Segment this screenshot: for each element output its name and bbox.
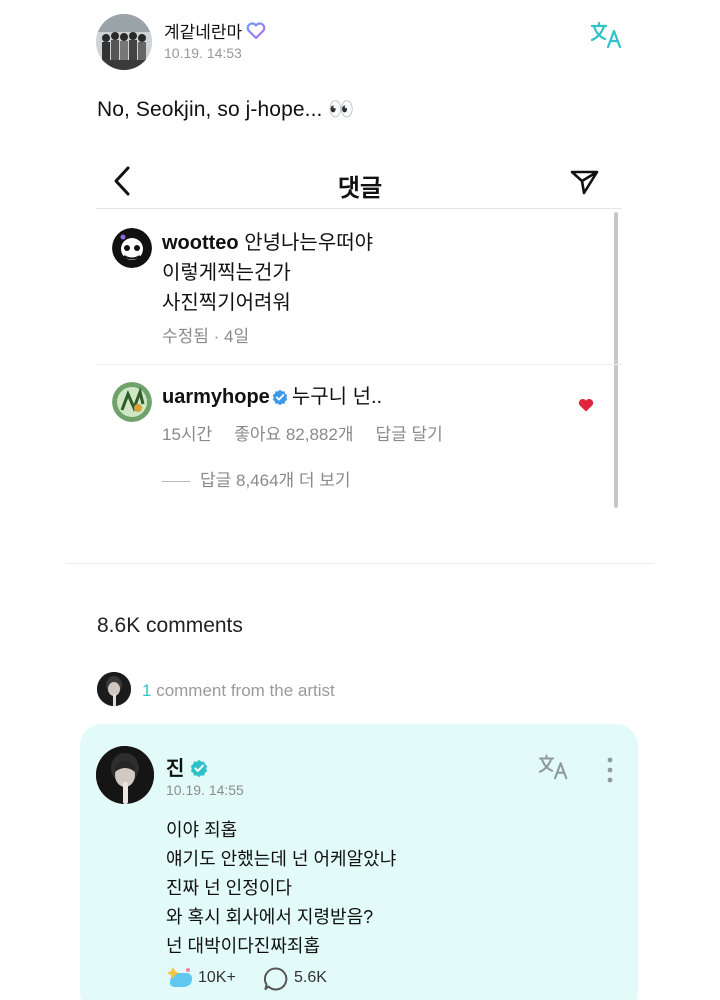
divider bbox=[96, 208, 622, 209]
sparkle-like-icon bbox=[167, 967, 192, 987]
artist-comments-link[interactable]: 1 comment from the artist bbox=[97, 672, 497, 708]
comment-line: 넌 대박이다진짜죄홉 bbox=[166, 936, 321, 956]
comment-line: 이야 죄홉 bbox=[166, 820, 238, 840]
comment-meta: 수정됨 · 4일 bbox=[162, 327, 250, 346]
like-button[interactable] bbox=[166, 965, 194, 991]
comment-count: 8.6K comments bbox=[97, 614, 243, 637]
comment-line: 와 혹시 회사에서 지령받음? bbox=[166, 907, 374, 927]
comment-likes: 좋아요 82,882개 bbox=[234, 425, 354, 444]
comment-time: 15시간 bbox=[162, 425, 213, 444]
artist-avatar bbox=[97, 672, 131, 706]
verified-badge-icon bbox=[272, 384, 288, 414]
scrollbar bbox=[614, 212, 618, 508]
reply-link: 답글 달기 bbox=[375, 425, 443, 444]
post-time: 10.19. 14:53 bbox=[164, 45, 242, 61]
view-replies: 답글 8,464개 더 보기 bbox=[162, 466, 351, 491]
comment-text: wootteo 안녕나는우떠야 이렇게찍는건가 사진찍기어려워 bbox=[162, 228, 373, 318]
avatar bbox=[112, 228, 152, 268]
send-icon bbox=[570, 168, 600, 196]
screenshot-title: 댓글 bbox=[337, 175, 383, 202]
post-author[interactable]: 계같네란마 bbox=[164, 18, 266, 45]
avatar bbox=[112, 382, 152, 422]
comment-line: 얘기도 안했는데 넌 어케알았냐 bbox=[166, 849, 397, 869]
comment-username: uarmyhope bbox=[162, 386, 270, 408]
post-text: No, Seokjin, so j-hope... 👀 bbox=[97, 98, 355, 121]
artist-comment-label: 1 comment from the artist bbox=[142, 681, 335, 701]
comment-line: 이렇게찍는건가 bbox=[162, 262, 291, 284]
artist-comment-time: 10.19. 14:55 bbox=[166, 782, 244, 798]
comment-line: 사진찍기어려워 bbox=[162, 292, 291, 314]
comment-actions: 10K+ 5.6K bbox=[166, 965, 466, 993]
comment-meta: 15시간 좋아요 82,882개 답글 달기 bbox=[162, 420, 465, 445]
translate-icon[interactable] bbox=[538, 752, 572, 782]
comment-line: 누구니 넌.. bbox=[291, 386, 383, 408]
heart-icon bbox=[578, 398, 594, 412]
artist-name-text: 진 bbox=[166, 758, 185, 780]
comment-count-small: 5.6K bbox=[294, 969, 327, 986]
comment-username: wootteo bbox=[162, 232, 239, 254]
like-count: 10K+ bbox=[198, 969, 236, 986]
post-header: 계같네란마 10.19. 14:53 bbox=[96, 14, 636, 74]
artist-comment-card: 진 10.19. 14:55 이야 죄홉 얘기도 안했는데 넌 어케알았냐 진짜… bbox=[80, 724, 638, 1000]
comment-icon[interactable] bbox=[263, 966, 289, 992]
artist-comment-text: comment from the artist bbox=[151, 681, 335, 700]
divider bbox=[162, 481, 190, 483]
view-replies-label: 답글 8,464개 더 보기 bbox=[200, 471, 351, 490]
artist-avatar[interactable] bbox=[96, 746, 154, 804]
comment-line: 안녕나는우떠야 bbox=[244, 232, 374, 254]
section-divider bbox=[66, 563, 654, 564]
translate-icon[interactable] bbox=[590, 20, 626, 50]
divider bbox=[96, 364, 622, 365]
embedded-screenshot: 댓글 wootteo 안녕나는우떠야 이렇게찍는건가 사진찍기어려워 수정됨 ·… bbox=[96, 150, 624, 520]
post-author-name: 계같네란마 bbox=[164, 23, 243, 42]
artist-comment-text: 이야 죄홉 얘기도 안했는데 넌 어케알았냐 진짜 넌 인정이다 와 혹시 회사… bbox=[166, 816, 396, 961]
purple-heart-icon bbox=[246, 22, 266, 45]
author-avatar[interactable] bbox=[96, 14, 152, 70]
more-options-icon[interactable] bbox=[606, 756, 614, 784]
verified-badge-icon bbox=[190, 759, 208, 783]
comment-line: 진짜 넌 인정이다 bbox=[166, 878, 292, 898]
comment-text: uarmyhope 누구니 넌.. bbox=[162, 382, 382, 414]
artist-name[interactable]: 진 bbox=[166, 752, 212, 783]
